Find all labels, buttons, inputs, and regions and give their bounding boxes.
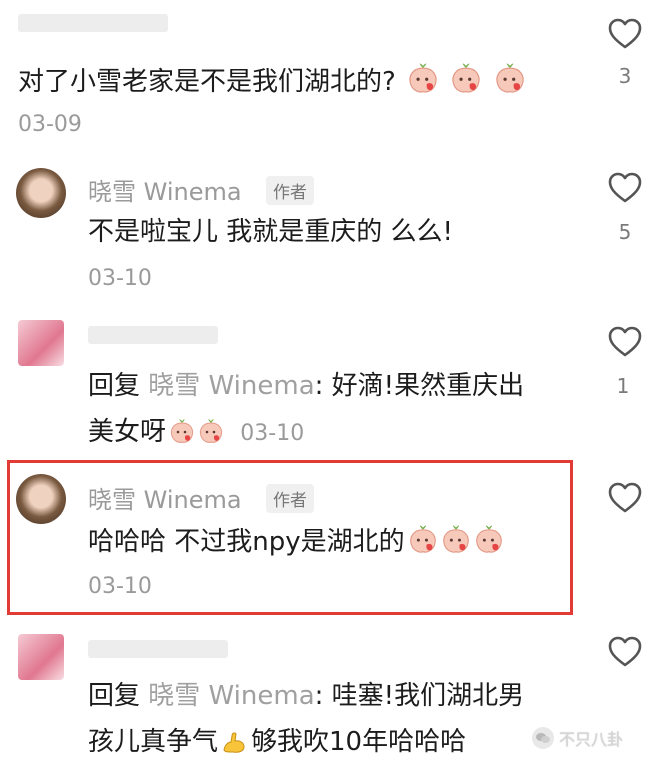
blurred-username <box>88 326 218 344</box>
peach-face-emoji <box>198 418 224 444</box>
reply-text-line2: 美女呀 03-10 <box>88 417 305 447</box>
reply-text-line2: 孩儿真争气 够我吹10年哈哈哈 <box>88 727 467 757</box>
reply-text: 回复 晓雪 Winema: 哇塞!我们湖北男 <box>88 681 525 711</box>
like-heart-icon[interactable] <box>608 172 642 204</box>
author-badge: 作者 <box>266 484 314 513</box>
avatar[interactable] <box>18 320 64 366</box>
watermark: 不只八卦 <box>532 726 623 750</box>
peach-face-emoji <box>494 62 526 94</box>
blurred-username <box>88 640 228 658</box>
author-badge: 作者 <box>266 176 314 205</box>
comment-date: 03-10 <box>240 421 305 446</box>
author-name[interactable]: 晓雪 Winema <box>88 172 242 207</box>
like-heart-icon[interactable] <box>608 482 642 514</box>
wechat-icon <box>532 727 554 749</box>
comment-date: 03-10 <box>88 266 152 291</box>
peach-face-emoji <box>474 524 504 554</box>
like-count: 1 <box>616 374 630 398</box>
author-name[interactable]: 晓雪 Winema <box>88 480 242 515</box>
comment-date: 03-09 <box>18 112 82 137</box>
comment-text: 对了小雪老家是不是我们湖北的? <box>18 62 526 98</box>
comment-text: 不是啦宝儿 我就是重庆的 么么! <box>88 217 453 247</box>
reply-text: 回复 晓雪 Winema: 好滴!果然重庆出 <box>88 371 525 401</box>
like-count: 5 <box>618 220 632 244</box>
like-heart-icon[interactable] <box>608 326 642 358</box>
peach-face-emoji <box>407 62 439 94</box>
avatar[interactable] <box>18 634 64 680</box>
flexed-biceps-emoji <box>221 728 247 754</box>
peach-face-emoji <box>450 62 482 94</box>
blurred-username <box>18 14 168 32</box>
peach-face-emoji <box>169 418 195 444</box>
like-count: 3 <box>618 64 632 88</box>
reply-mention[interactable]: 晓雪 Winema <box>148 371 314 401</box>
peach-face-emoji <box>441 524 471 554</box>
peach-face-emoji <box>408 524 438 554</box>
like-heart-icon[interactable] <box>608 18 642 50</box>
comment-date: 03-10 <box>88 574 152 599</box>
avatar[interactable] <box>16 168 66 218</box>
comment-text: 哈哈哈 不过我npy是湖北的 <box>88 524 504 558</box>
avatar[interactable] <box>16 474 66 524</box>
like-heart-icon[interactable] <box>608 636 642 668</box>
reply-mention[interactable]: 晓雪 Winema <box>148 681 314 711</box>
